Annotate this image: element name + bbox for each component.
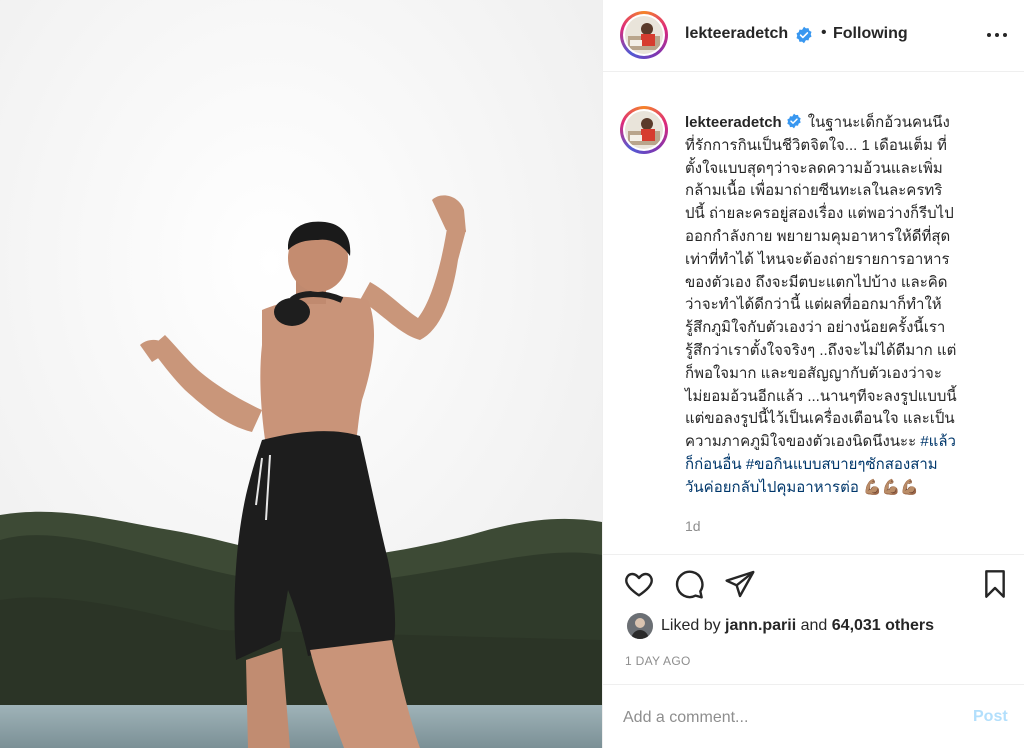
caption-author-avatar[interactable] bbox=[620, 106, 668, 154]
caption-line: ปนี้ ถ่ายละครอยู่สองเรื่อง แต่พอว่างก็รี… bbox=[685, 205, 954, 223]
caption-line: ไม่ยอมอ้วนอีกแล้ว ...นานๆทีจะลงรูปแบบนี้ bbox=[685, 387, 957, 405]
caption-author-avatar-image bbox=[625, 111, 663, 149]
author-avatar[interactable] bbox=[620, 11, 668, 59]
liker-avatar-image bbox=[627, 613, 653, 639]
author-username[interactable]: lekteeradetch bbox=[685, 25, 788, 43]
liker-username[interactable]: jann.parii bbox=[725, 617, 796, 634]
post-caption: lekteeradetch ในฐานะเด็กอ้วนคนนึง ที่รักก… bbox=[685, 112, 995, 500]
post-timestamp[interactable]: 1 DAY AGO bbox=[625, 654, 691, 668]
likes-count-link[interactable]: 64,031 others bbox=[832, 617, 934, 634]
caption-line: เท่าที่ทำได้ ไหนจะต้องถ่ายรายการอาหาร bbox=[685, 250, 950, 268]
comment-input[interactable] bbox=[623, 700, 953, 736]
post-header: lekteeradetch • Following bbox=[603, 0, 1024, 72]
post-details-panel: lekteeradetch • Following lekteeradetch ใ… bbox=[602, 0, 1024, 748]
comment-icon[interactable] bbox=[673, 568, 705, 600]
caption-line: ก็พอใจมาก และขอสัญญากับตัวเองว่าจะ bbox=[685, 364, 942, 382]
caption-age: 1d bbox=[685, 518, 701, 534]
header-separator: • bbox=[821, 24, 827, 41]
following-button[interactable]: Following bbox=[833, 25, 908, 43]
actions-divider bbox=[603, 554, 1024, 555]
hashtag-link[interactable]: #แล้ว bbox=[920, 433, 956, 450]
heart-icon[interactable] bbox=[623, 568, 655, 600]
hashtag-link[interactable]: วันค่อยกลับไปคุมอาหารต่อ bbox=[685, 479, 859, 496]
post-photo[interactable] bbox=[0, 0, 602, 748]
caption-line: ออกกำลังกาย พยายามคุมอาหารให้ดีที่สุด bbox=[685, 227, 951, 245]
caption-line: ว่าจะทำได้ดีกว่านี้ แต่ผลที่ออกมาก็ทำให้ bbox=[685, 296, 942, 314]
post-comment-button[interactable]: Post bbox=[973, 708, 1008, 726]
caption-line: ตั้งใจแบบสุดๆว่าจะลดความอ้วนและเพิ่ม bbox=[685, 159, 943, 177]
paper-plane-icon[interactable] bbox=[724, 568, 756, 600]
caption-username[interactable]: lekteeradetch bbox=[685, 114, 782, 131]
verified-badge-icon bbox=[796, 26, 812, 44]
likes-prefix: Liked by bbox=[661, 617, 726, 634]
bookmark-icon[interactable] bbox=[979, 568, 1011, 600]
comment-divider bbox=[603, 684, 1024, 685]
caption-line: ที่รักการกินเป็นชีวิตจิตใจ... 1 เดือนเต็… bbox=[685, 136, 947, 154]
caption-line: ของตัวเอง ถึงจะมีตบะแตกไปบ้าง และคิด bbox=[685, 273, 948, 291]
caption-line: ความภาคภูมิใจของตัวเองนิดนึงนะะ bbox=[685, 433, 921, 451]
likes-summary: Liked by jann.parii and 64,031 others bbox=[661, 617, 934, 635]
caption-line: แต่ขอลงรูปนี้ไว้เป็นเครื่องเตือนใจ และเป… bbox=[685, 410, 955, 428]
caption-line: รู้สึกว่าเราตั้งใจจริงๆ ..ถึงจะไม่ได้ดีม… bbox=[685, 341, 957, 359]
hashtag-link[interactable]: #ขอกินแบบสบายๆซักสองสาม bbox=[746, 456, 938, 473]
post-photo-image bbox=[0, 0, 602, 748]
hashtag-link[interactable]: ก็ก่อนอื่น bbox=[685, 456, 742, 473]
caption-line: กล้ามเนื้อ เพื่อมาถ่ายซีนทะเลในละครทริ bbox=[685, 182, 943, 200]
caption-verified-badge-icon bbox=[787, 113, 801, 129]
flexed-biceps-emoji: 💪🏽💪🏽💪🏽 bbox=[863, 478, 920, 496]
author-avatar-image bbox=[625, 16, 663, 54]
likes-middle: and bbox=[796, 617, 832, 634]
caption-line: ในฐานะเด็กอ้วนคนนึง bbox=[807, 114, 950, 131]
liker-avatar[interactable] bbox=[627, 613, 653, 639]
caption-line: รู้สึกภูมิใจกับตัวเองว่า อย่างน้อยครั้งน… bbox=[685, 319, 946, 337]
more-options-icon[interactable] bbox=[983, 22, 1011, 46]
